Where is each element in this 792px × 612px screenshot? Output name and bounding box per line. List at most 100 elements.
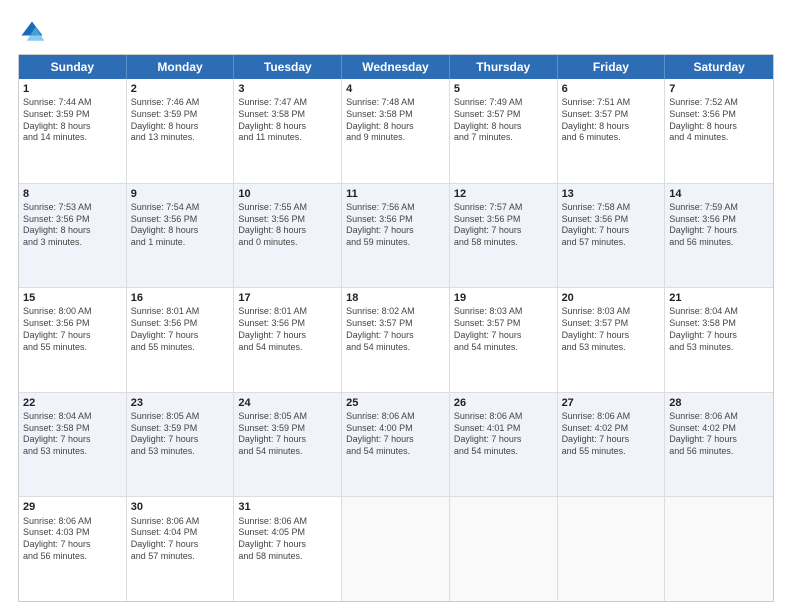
day-cell-18: 18Sunrise: 8:02 AMSunset: 3:57 PMDayligh… — [342, 288, 450, 392]
day-info-line: Sunrise: 8:01 AM — [238, 306, 337, 318]
day-cell-16: 16Sunrise: 8:01 AMSunset: 3:56 PMDayligh… — [127, 288, 235, 392]
day-info-line: Sunrise: 7:58 AM — [562, 202, 661, 214]
day-info-line: Sunrise: 8:06 AM — [454, 411, 553, 423]
day-info-line: Daylight: 7 hours — [238, 434, 337, 446]
day-number: 15 — [23, 291, 122, 305]
day-info-line: Sunset: 3:59 PM — [131, 109, 230, 121]
day-cell-22: 22Sunrise: 8:04 AMSunset: 3:58 PMDayligh… — [19, 393, 127, 497]
day-cell-1: 1Sunrise: 7:44 AMSunset: 3:59 PMDaylight… — [19, 79, 127, 183]
day-info-line: Sunset: 3:56 PM — [669, 109, 769, 121]
day-info-line: Sunset: 4:04 PM — [131, 527, 230, 539]
day-number: 17 — [238, 291, 337, 305]
empty-cell — [558, 497, 666, 601]
day-info-line: Sunset: 3:59 PM — [23, 109, 122, 121]
day-number: 28 — [669, 396, 769, 410]
calendar-row: 22Sunrise: 8:04 AMSunset: 3:58 PMDayligh… — [19, 393, 773, 498]
day-cell-15: 15Sunrise: 8:00 AMSunset: 3:56 PMDayligh… — [19, 288, 127, 392]
day-info-line: Sunrise: 7:56 AM — [346, 202, 445, 214]
day-number: 6 — [562, 82, 661, 96]
day-info-line: and 57 minutes. — [131, 551, 230, 563]
day-cell-7: 7Sunrise: 7:52 AMSunset: 3:56 PMDaylight… — [665, 79, 773, 183]
day-info-line: Sunset: 3:59 PM — [238, 423, 337, 435]
day-info-line: Sunset: 3:56 PM — [346, 214, 445, 226]
day-number: 30 — [131, 500, 230, 514]
day-info-line: Sunset: 3:57 PM — [562, 318, 661, 330]
day-cell-17: 17Sunrise: 8:01 AMSunset: 3:56 PMDayligh… — [234, 288, 342, 392]
day-info-line: Sunset: 3:56 PM — [131, 214, 230, 226]
day-info-line: Sunrise: 8:02 AM — [346, 306, 445, 318]
day-cell-11: 11Sunrise: 7:56 AMSunset: 3:56 PMDayligh… — [342, 184, 450, 288]
day-cell-31: 31Sunrise: 8:06 AMSunset: 4:05 PMDayligh… — [234, 497, 342, 601]
day-cell-9: 9Sunrise: 7:54 AMSunset: 3:56 PMDaylight… — [127, 184, 235, 288]
day-info-line: Sunset: 3:57 PM — [454, 318, 553, 330]
day-number: 5 — [454, 82, 553, 96]
header-cell-wednesday: Wednesday — [342, 55, 450, 79]
day-cell-8: 8Sunrise: 7:53 AMSunset: 3:56 PMDaylight… — [19, 184, 127, 288]
day-number: 18 — [346, 291, 445, 305]
day-info-line: Sunrise: 7:49 AM — [454, 97, 553, 109]
day-info-line: and 1 minute. — [131, 237, 230, 249]
day-info-line: Daylight: 7 hours — [23, 330, 122, 342]
day-info-line: Sunrise: 8:04 AM — [23, 411, 122, 423]
day-info-line: Sunrise: 7:54 AM — [131, 202, 230, 214]
day-number: 20 — [562, 291, 661, 305]
header-cell-friday: Friday — [558, 55, 666, 79]
day-info-line: Sunset: 3:57 PM — [346, 318, 445, 330]
day-info-line: Sunset: 3:56 PM — [23, 318, 122, 330]
day-cell-4: 4Sunrise: 7:48 AMSunset: 3:58 PMDaylight… — [342, 79, 450, 183]
day-info-line: Sunset: 3:59 PM — [131, 423, 230, 435]
day-cell-28: 28Sunrise: 8:06 AMSunset: 4:02 PMDayligh… — [665, 393, 773, 497]
day-info-line: Daylight: 7 hours — [346, 330, 445, 342]
day-info-line: Daylight: 7 hours — [238, 330, 337, 342]
day-info-line: Sunset: 3:57 PM — [562, 109, 661, 121]
day-info-line: and 11 minutes. — [238, 132, 337, 144]
day-info-line: Daylight: 8 hours — [346, 121, 445, 133]
day-cell-12: 12Sunrise: 7:57 AMSunset: 3:56 PMDayligh… — [450, 184, 558, 288]
empty-cell — [665, 497, 773, 601]
day-info-line: and 3 minutes. — [23, 237, 122, 249]
day-number: 7 — [669, 82, 769, 96]
day-number: 11 — [346, 187, 445, 201]
day-cell-30: 30Sunrise: 8:06 AMSunset: 4:04 PMDayligh… — [127, 497, 235, 601]
day-info-line: Sunset: 3:56 PM — [562, 214, 661, 226]
day-cell-3: 3Sunrise: 7:47 AMSunset: 3:58 PMDaylight… — [234, 79, 342, 183]
calendar-row: 1Sunrise: 7:44 AMSunset: 3:59 PMDaylight… — [19, 79, 773, 184]
day-info-line: Sunrise: 7:57 AM — [454, 202, 553, 214]
day-cell-10: 10Sunrise: 7:55 AMSunset: 3:56 PMDayligh… — [234, 184, 342, 288]
day-number: 13 — [562, 187, 661, 201]
day-info-line: Sunrise: 8:06 AM — [23, 516, 122, 528]
day-number: 27 — [562, 396, 661, 410]
day-info-line: and 53 minutes. — [562, 342, 661, 354]
calendar-row: 29Sunrise: 8:06 AMSunset: 4:03 PMDayligh… — [19, 497, 773, 601]
day-info-line: and 7 minutes. — [454, 132, 553, 144]
day-info-line: Sunset: 4:00 PM — [346, 423, 445, 435]
day-info-line: Sunrise: 7:44 AM — [23, 97, 122, 109]
day-info-line: and 56 minutes. — [669, 446, 769, 458]
day-cell-24: 24Sunrise: 8:05 AMSunset: 3:59 PMDayligh… — [234, 393, 342, 497]
day-info-line: and 54 minutes. — [346, 446, 445, 458]
day-info-line: Daylight: 7 hours — [562, 225, 661, 237]
day-info-line: Daylight: 7 hours — [454, 225, 553, 237]
day-info-line: Sunset: 3:56 PM — [131, 318, 230, 330]
day-info-line: Sunrise: 7:52 AM — [669, 97, 769, 109]
day-info-line: Sunset: 3:58 PM — [23, 423, 122, 435]
day-number: 10 — [238, 187, 337, 201]
day-info-line: and 0 minutes. — [238, 237, 337, 249]
day-info-line: Sunset: 4:05 PM — [238, 527, 337, 539]
day-cell-21: 21Sunrise: 8:04 AMSunset: 3:58 PMDayligh… — [665, 288, 773, 392]
day-info-line: Daylight: 7 hours — [131, 434, 230, 446]
logo — [18, 18, 50, 46]
day-info-line: Sunrise: 7:55 AM — [238, 202, 337, 214]
day-cell-20: 20Sunrise: 8:03 AMSunset: 3:57 PMDayligh… — [558, 288, 666, 392]
day-info-line: Sunset: 3:58 PM — [238, 109, 337, 121]
day-info-line: Sunrise: 8:06 AM — [669, 411, 769, 423]
day-info-line: Sunset: 4:02 PM — [669, 423, 769, 435]
day-info-line: Daylight: 7 hours — [562, 330, 661, 342]
day-info-line: and 53 minutes. — [669, 342, 769, 354]
day-number: 31 — [238, 500, 337, 514]
day-info-line: Daylight: 7 hours — [669, 330, 769, 342]
day-info-line: Daylight: 7 hours — [669, 225, 769, 237]
day-info-line: and 6 minutes. — [562, 132, 661, 144]
day-info-line: Sunrise: 8:06 AM — [562, 411, 661, 423]
day-info-line: Daylight: 7 hours — [346, 225, 445, 237]
